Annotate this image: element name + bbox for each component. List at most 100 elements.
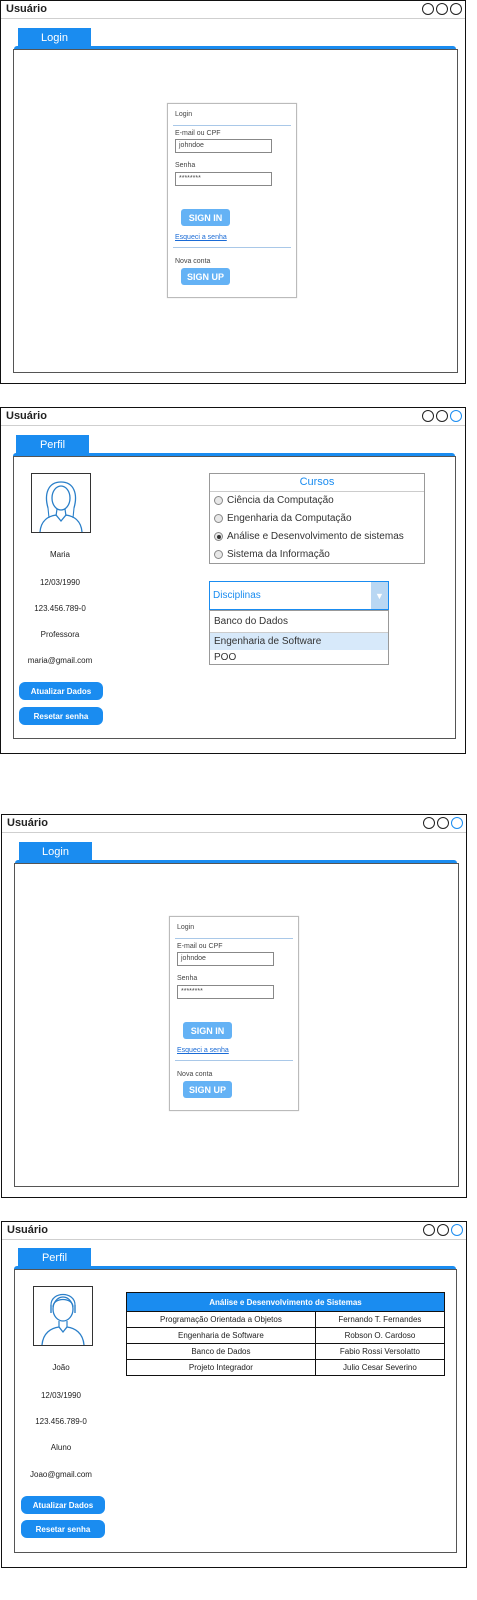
profile-email: maria@gmail.com [27,656,93,665]
table-row[interactable]: Engenharia de Software Robson O. Cardoso [126,1327,446,1344]
login-heading: Login [175,111,193,118]
table-cell-subject: Programação Orientada a Objetos [126,1311,316,1328]
password-field[interactable]: ******** [177,985,274,999]
table-cell-teacher: Fernando T. Fernandes [314,1311,446,1328]
divider [175,938,293,939]
reset-password-button[interactable]: Resetar senha [21,1520,105,1538]
window-circle-icon[interactable] [422,3,434,15]
email-field[interactable]: johndoe [175,139,272,153]
radio-option[interactable]: Análise e Desenvolvimento de sistemas [214,531,404,542]
login-box: Login E-mail ou CPF johndoe Senha ******… [169,916,299,1111]
window-circle-icon[interactable] [451,1224,463,1236]
reset-password-button[interactable]: Resetar senha [19,707,103,725]
title-divider [2,832,466,833]
table-row[interactable]: Banco de Dados Fabio Rossi Versolatto [126,1343,446,1360]
list-item[interactable]: POO [210,650,388,665]
window-controls [423,817,463,829]
profile-name: João [52,1363,70,1372]
female-avatar-icon [31,473,91,533]
email-field[interactable]: johndoe [177,952,274,966]
tab-perfil[interactable]: Perfil [16,435,89,455]
profile-role: Aluno [50,1443,72,1452]
profile-birthdate: 12/03/1990 [39,578,81,587]
divider [210,491,424,492]
window-title: Usuário [6,3,47,15]
cursos-title: Cursos [299,476,335,488]
title-divider [1,18,465,19]
table-row[interactable]: Programação Orientada a Objetos Fernando… [126,1311,446,1328]
window-title: Usuário [6,410,47,422]
title-divider [1,425,465,426]
list-item-selected[interactable]: Engenharia de Software [210,633,388,650]
email-label: E-mail ou CPF [175,130,221,137]
profile-name: Maria [49,550,70,559]
radio-option[interactable]: Ciência da Computação [214,495,334,506]
sign-in-button[interactable]: SIGN IN [183,1022,232,1039]
sign-up-button[interactable]: SIGN UP [181,268,230,285]
table-cell-subject: Banco de Dados [126,1343,316,1360]
radio-button-selected[interactable] [214,532,223,541]
sign-in-button[interactable]: SIGN IN [181,209,230,226]
radio-label: Análise e Desenvolvimento de sistemas [227,531,404,542]
update-data-button[interactable]: Atualizar Dados [21,1496,105,1514]
window-controls [422,3,462,15]
window-circle-icon[interactable] [437,817,449,829]
profile-cpf: 123.456.789-0 [35,1417,87,1426]
divider [173,125,291,126]
tab-login[interactable]: Login [19,842,92,862]
login-heading: Login [177,924,195,931]
window-controls [422,410,462,422]
profile-window-2: Usuário Perfil João 12/03/1990 123.456.7… [1,1221,467,1568]
window-circle-icon[interactable] [436,3,448,15]
list-item[interactable]: Banco do Dados [210,614,388,630]
radio-button[interactable] [214,550,223,559]
radio-button[interactable] [214,496,223,505]
login-window-2: Usuário Login Login E-mail ou CPF johndo… [1,814,467,1198]
dropdown-arrow-icon[interactable]: ▼ [371,582,388,609]
forgot-password-link[interactable]: Esqueci a senha [177,1047,229,1054]
table-cell-teacher: Robson O. Cardoso [314,1327,446,1344]
table-header-row: Análise e Desenvolvimento de Sistemas [126,1292,445,1312]
disciplinas-dropdown[interactable]: Disciplinas ▼ [209,581,389,610]
window-title: Usuário [7,1224,48,1236]
radio-button[interactable] [214,514,223,523]
new-account-label: Nova conta [177,1071,213,1078]
window-circle-icon[interactable] [450,410,462,422]
window-circle-icon[interactable] [451,817,463,829]
table-row[interactable]: Projeto Integrador Julio Cesar Severino [126,1359,446,1376]
table-cell-teacher: Julio Cesar Severino [314,1359,446,1376]
window-controls [423,1224,463,1236]
login-box: Login E-mail ou CPF johndoe Senha ******… [167,103,297,298]
table-title: Análise e Desenvolvimento de Sistemas [126,1292,445,1312]
window-circle-icon[interactable] [437,1224,449,1236]
radio-label: Sistema da Informação [227,549,330,560]
radio-label: Engenharia da Computação [227,513,352,524]
dropdown-label: Disciplinas [213,590,261,601]
male-avatar-icon [33,1286,93,1346]
cursos-panel: Cursos Ciência da Computação Engenharia … [209,473,425,564]
password-label: Senha [175,162,196,169]
window-circle-icon[interactable] [423,817,435,829]
window-circle-icon[interactable] [436,410,448,422]
window-title: Usuário [7,817,48,829]
email-label: E-mail ou CPF [177,943,223,950]
profile-cpf: 123.456.789-0 [34,604,86,613]
profile-role: Professora [40,630,80,639]
window-circle-icon[interactable] [423,1224,435,1236]
update-data-button[interactable]: Atualizar Dados [19,682,103,700]
divider [175,1060,293,1061]
password-label: Senha [177,975,198,982]
window-circle-icon[interactable] [450,3,462,15]
forgot-password-link[interactable]: Esqueci a senha [175,234,227,241]
window-circle-icon[interactable] [422,410,434,422]
profile-email: Joao@gmail.com [30,1470,92,1479]
radio-option[interactable]: Sistema da Informação [214,549,330,560]
title-divider [2,1239,466,1240]
tab-perfil[interactable]: Perfil [18,1248,91,1268]
disciplinas-list: Banco do Dados Engenharia de Software PO… [209,610,389,665]
radio-option[interactable]: Engenharia da Computação [214,513,352,524]
tab-login[interactable]: Login [18,28,91,48]
password-field[interactable]: ******** [175,172,272,186]
sign-up-button[interactable]: SIGN UP [183,1081,232,1098]
profile-birthdate: 12/03/1990 [40,1391,82,1400]
